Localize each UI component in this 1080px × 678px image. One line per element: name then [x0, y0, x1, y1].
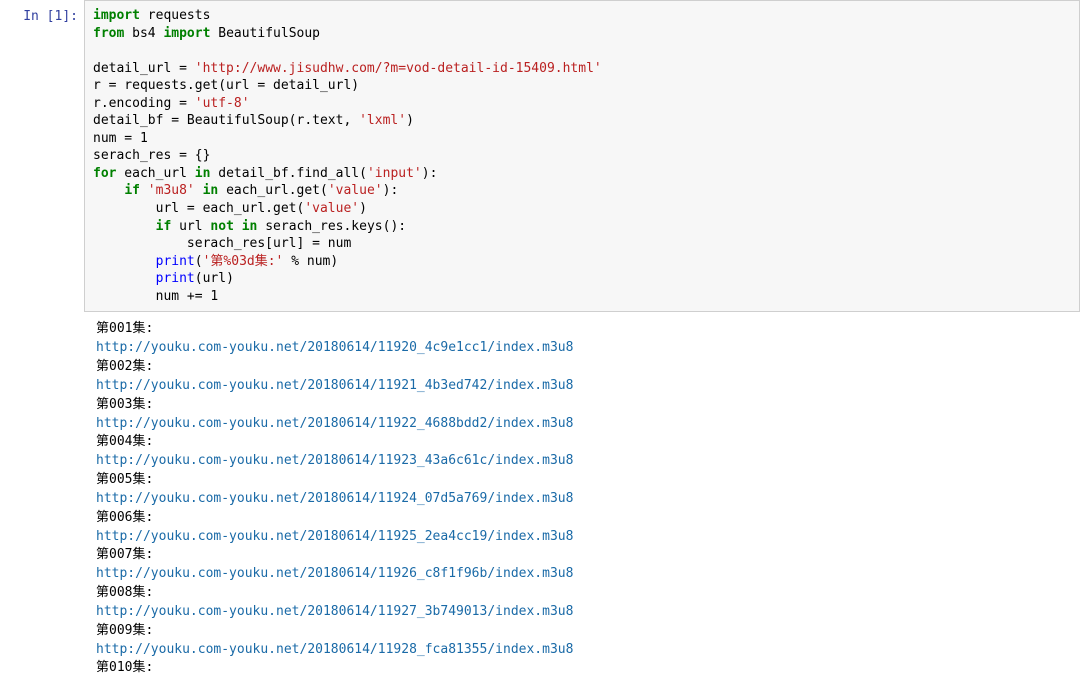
code-token: r = requests.get(url = detail_url) [93, 78, 359, 93]
code-token: serach_res[url] = num [93, 236, 351, 251]
code-token: url = each_url.get( [93, 201, 304, 216]
code-token: each_url.get( [218, 183, 328, 198]
code-token: ): [422, 166, 438, 181]
code-token: from [93, 26, 124, 41]
code-token: url [171, 219, 210, 234]
code-token: bs4 [124, 26, 163, 41]
code-token: 'value' [304, 201, 359, 216]
code-token: serach_res = {} [93, 148, 210, 163]
code-token: requests [140, 8, 210, 23]
code-token: import [163, 26, 210, 41]
output-url: http://youku.com-youku.net/20180614/1192… [96, 452, 1080, 471]
code-token: (url) [195, 271, 234, 286]
code-token: BeautifulSoup [210, 26, 320, 41]
code-token [140, 183, 148, 198]
output-area: 第001集:http://youku.com-youku.net/2018061… [0, 320, 1080, 678]
output-episode-label: 第008集: [96, 584, 1080, 603]
code-token: serach_res.keys(): [257, 219, 406, 234]
code-token: print [156, 254, 195, 269]
code-token: in [242, 219, 258, 234]
code-token: detail_bf.find_all( [210, 166, 367, 181]
code-token: in [195, 166, 211, 181]
code-token: detail_bf = BeautifulSoup(r.text, [93, 113, 359, 128]
code-token: if [124, 183, 140, 198]
output-episode-label: 第007集: [96, 546, 1080, 565]
code-token [234, 219, 242, 234]
code-editor[interactable]: import requests from bs4 import Beautifu… [84, 0, 1080, 312]
output-url: http://youku.com-youku.net/20180614/1192… [96, 603, 1080, 622]
output-episode-label: 第005集: [96, 471, 1080, 490]
code-token [93, 219, 156, 234]
prompt-label: In [1]: [0, 0, 84, 312]
code-token [93, 254, 156, 269]
code-token: ) [359, 201, 367, 216]
output-url: http://youku.com-youku.net/20180614/1192… [96, 415, 1080, 434]
code-token: 'lxml' [359, 113, 406, 128]
code-token [93, 271, 156, 286]
code-token: '第%03d集:' [203, 254, 284, 269]
code-token: 'value' [328, 183, 383, 198]
output-episode-label: 第004集: [96, 433, 1080, 452]
output-episode-label: 第009集: [96, 622, 1080, 641]
code-token: r.encoding = [93, 96, 195, 111]
code-token: import [93, 8, 140, 23]
code-token: 'http://www.jisudhw.com/?m=vod-detail-id… [195, 61, 602, 76]
output-url: http://youku.com-youku.net/20180614/1192… [96, 490, 1080, 509]
output-url: http://youku.com-youku.net/20180614/1192… [96, 641, 1080, 660]
code-token: num = 1 [93, 131, 148, 146]
output-url: http://youku.com-youku.net/20180614/1192… [96, 377, 1080, 396]
code-token: 'utf-8' [195, 96, 250, 111]
output-url: http://youku.com-youku.net/20180614/1192… [96, 339, 1080, 358]
code-token: in [203, 183, 219, 198]
code-token: not [210, 219, 233, 234]
code-token: num += 1 [93, 289, 218, 304]
code-token: print [156, 271, 195, 286]
code-token: % num) [283, 254, 338, 269]
code-token: 'input' [367, 166, 422, 181]
code-cell: In [1]: import requests from bs4 import … [0, 0, 1080, 312]
code-token: detail_url = [93, 61, 195, 76]
code-token: each_url [116, 166, 194, 181]
output-episode-label: 第010集: [96, 659, 1080, 678]
output-episode-label: 第006集: [96, 509, 1080, 528]
code-token: for [93, 166, 116, 181]
output-episode-label: 第001集: [96, 320, 1080, 339]
output-url: http://youku.com-youku.net/20180614/1192… [96, 565, 1080, 584]
code-token [195, 183, 203, 198]
output-episode-label: 第003集: [96, 396, 1080, 415]
code-token: ): [383, 183, 399, 198]
code-token: ( [195, 254, 203, 269]
code-token: ) [406, 113, 414, 128]
code-token: if [156, 219, 172, 234]
output-episode-label: 第002集: [96, 358, 1080, 377]
code-token: 'm3u8' [148, 183, 195, 198]
output-url: http://youku.com-youku.net/20180614/1192… [96, 528, 1080, 547]
code-token [93, 183, 124, 198]
